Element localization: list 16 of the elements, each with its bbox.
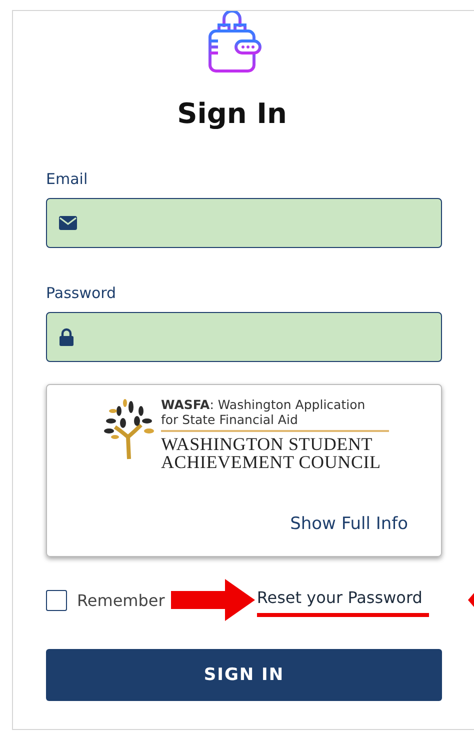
field-label: Password — [46, 284, 116, 302]
input-field[interactable] — [46, 312, 442, 362]
input-field[interactable] — [46, 198, 442, 248]
show-full-info-link[interactable]: Show Full Info — [290, 514, 408, 534]
padlock-icon — [59, 328, 74, 346]
reset-password-link[interactable]: Reset your Password — [256, 588, 429, 606]
field-label: Email — [46, 170, 88, 188]
tree-logo-icon — [101, 397, 157, 461]
checkbox-label: Remember — [77, 590, 165, 610]
arrow-icon — [170, 579, 255, 621]
logo-tagline: WASFA: Washington Application for State Financial Aid — [161, 397, 366, 427]
envelope-icon — [59, 216, 77, 230]
logo-name: WASHINGTON STUDENT ACHIEVEMENT COUNCIL — [161, 435, 382, 471]
page-title: Sign In — [177, 97, 287, 130]
sign-in-button[interactable]: SIGN IN — [46, 649, 442, 701]
remember-checkbox[interactable] — [46, 590, 67, 610]
